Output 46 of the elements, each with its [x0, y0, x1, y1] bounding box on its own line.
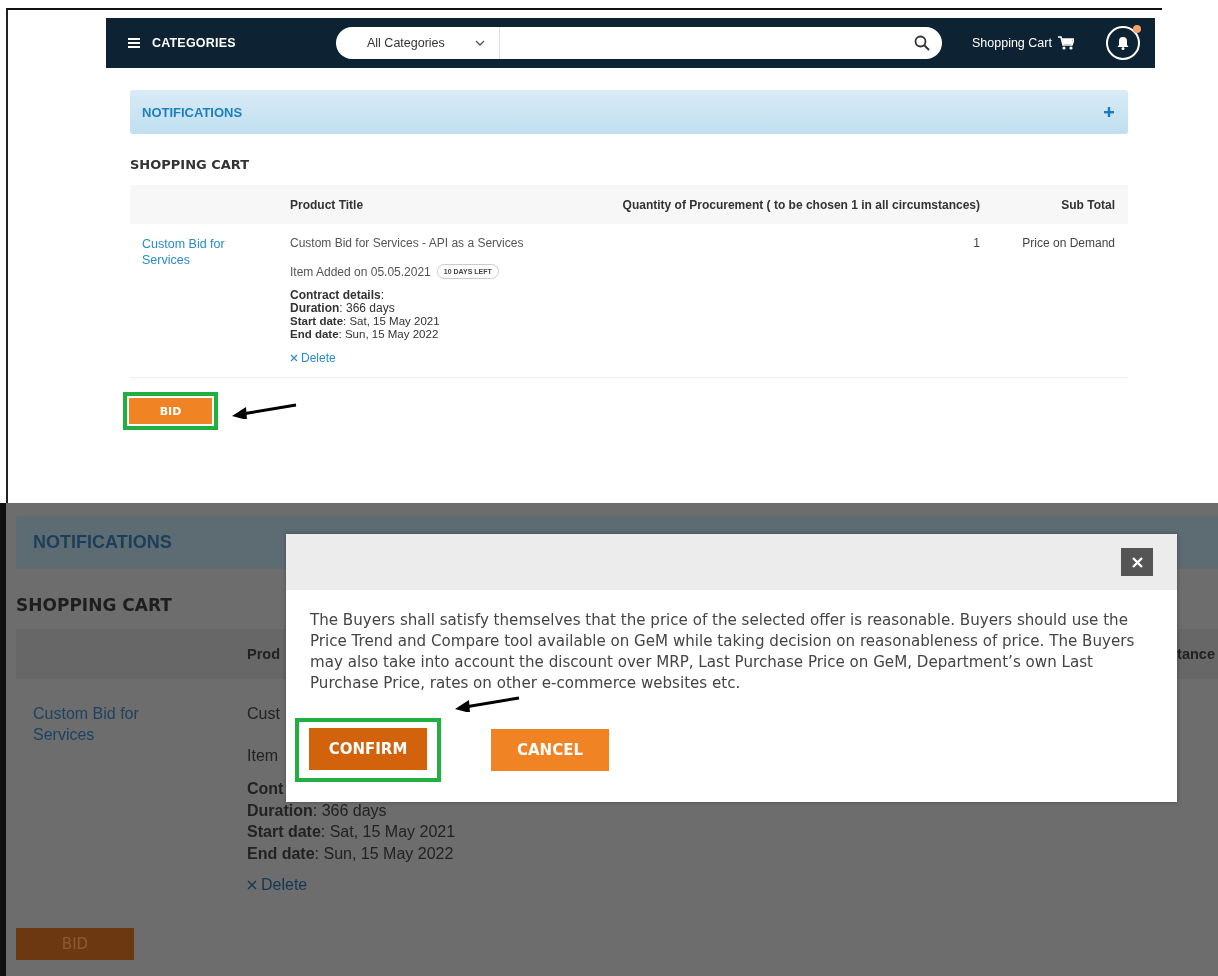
delete-link[interactable]: Delete: [247, 874, 308, 896]
column-header: tance: [1177, 646, 1216, 662]
contract-details-heading: Cont: [247, 779, 284, 799]
search-icon: [914, 35, 930, 51]
contract-detail: Start date: Sat, 15 May 2021: [247, 822, 456, 842]
broken-image-link[interactable]: Custom Bid for Services: [130, 236, 252, 268]
category-dropdown[interactable]: All Categories: [336, 27, 500, 59]
bid-button[interactable]: BID: [129, 398, 212, 424]
close-icon: [290, 354, 298, 362]
cancel-button[interactable]: CANCEL: [491, 729, 609, 771]
pointer-arrow: [232, 403, 298, 419]
notification-bell[interactable]: [1105, 26, 1140, 60]
section-title: SHOPPING CART: [16, 595, 173, 615]
search-field[interactable]: [500, 27, 942, 59]
column-header: Product Title: [290, 197, 365, 212]
added-date: Item: [247, 745, 279, 766]
pointer-arrow: [455, 696, 521, 712]
bell-icon: [1115, 36, 1130, 50]
shopping-cart-link[interactable]: Shopping Cart: [972, 36, 1074, 50]
menu-icon: [128, 38, 140, 48]
cart-icon: [1057, 36, 1074, 50]
delete-link[interactable]: Delete: [290, 351, 336, 365]
section-title: SHOPPING CART: [130, 157, 250, 172]
contract-detail: Start date: Sat, 15 May 2021: [290, 315, 441, 328]
column-header: Sub Total: [1060, 197, 1116, 212]
product-title: Cust: [247, 704, 280, 724]
close-icon: [247, 879, 257, 890]
contract-detail: End date: Sun, 15 May 2022: [247, 843, 454, 864]
broken-image-link[interactable]: Custom Bid for Services: [16, 703, 203, 745]
close-button[interactable]: [1121, 548, 1153, 576]
quantity-cell: 1: [973, 236, 980, 250]
contract-detail: End date: Sun, 15 May 2022: [290, 328, 440, 341]
column-header: Prod: [247, 646, 281, 662]
close-icon: [1131, 556, 1143, 568]
contract-details-heading: Contract details:: [290, 289, 386, 302]
notifications-panel[interactable]: NOTIFICATIONS: [130, 90, 1128, 134]
product-title: Custom Bid for Services - API as a Services: [290, 236, 525, 250]
confirm-button[interactable]: CONFIRM: [309, 728, 427, 770]
dialog-message: The Buyers shall satisfy themselves that the price of the selected offer is reasonable. Buyers should use the Price Trend and Compare tool available on GeM while taking decision on reasonableness of price. The Buyers may also take into account the discount over MRP, Last Purchase Price on GeM, Department’s own Last Purchase Price, rates on other e-commerce websites etc.: [310, 610, 1136, 694]
contract-detail: Duration: 366 days: [247, 800, 387, 821]
chevron-down-icon: [475, 40, 485, 46]
categories-menu[interactable]: CATEGORIES: [152, 36, 236, 50]
contract-detail: Duration: 366 days: [290, 302, 396, 315]
column-header: Quantity of Procurement ( to be chosen 1 in all circumstances): [621, 197, 980, 212]
subtotal-cell: Price on Demand: [1022, 236, 1115, 250]
added-date: Item Added on 05.05.2021: [290, 264, 431, 279]
